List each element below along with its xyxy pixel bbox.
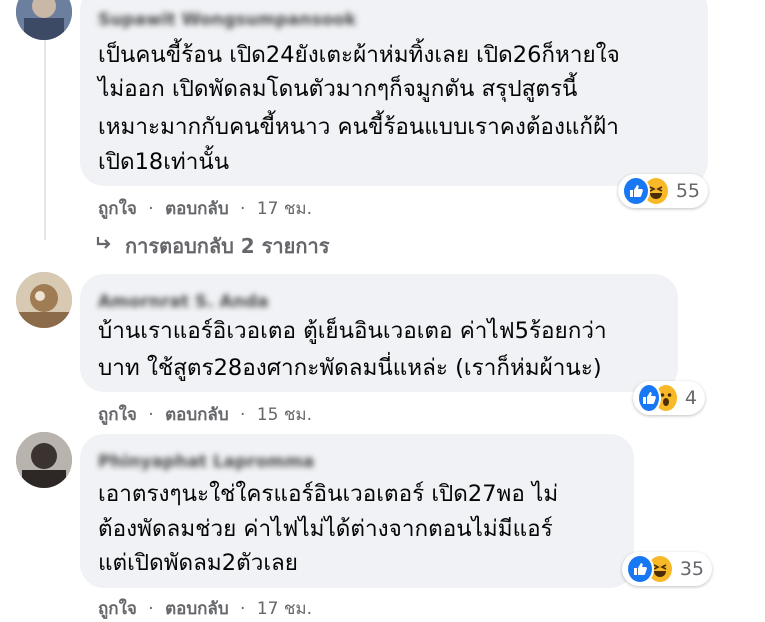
reaction-count: 35 xyxy=(679,558,704,580)
comment-text-line: บาท ใช้สูตร28องศากะพัดลมนี่แหล่ะ (เราก็ห… xyxy=(98,355,602,381)
reaction-summary[interactable]: 55 xyxy=(618,174,708,208)
thread-line xyxy=(44,40,46,240)
separator: · xyxy=(240,599,246,619)
reaction-count: 4 xyxy=(684,387,697,409)
like-icon xyxy=(622,176,650,206)
like-icon xyxy=(637,383,661,413)
comment-timestamp[interactable]: 17 ชม. xyxy=(257,599,312,619)
reply-button[interactable]: ตอบกลับ xyxy=(165,599,229,619)
comment-text-line: เปิด18เท่านั้น xyxy=(98,149,230,175)
comment-author[interactable]: Amornrat S. Anda xyxy=(98,292,268,312)
reply-button[interactable]: ตอบกลับ xyxy=(165,199,229,219)
comment-actions: ถูกใจ · ตอบกลับ · 17 ชม. xyxy=(98,595,312,622)
comment-text-line: แต่เปิดพัดลม2ตัวเลย xyxy=(98,550,298,576)
avatar[interactable] xyxy=(16,0,72,40)
reaction-summary[interactable]: 4 xyxy=(633,381,705,415)
comment-author[interactable]: Supawit Wongsumpansook xyxy=(98,10,356,30)
like-button[interactable]: ถูกใจ xyxy=(98,199,137,219)
reply-arrow-icon xyxy=(95,234,113,258)
like-button[interactable]: ถูกใจ xyxy=(98,405,137,425)
comment-author[interactable]: Phinyaphat Lapromma xyxy=(98,452,314,472)
separator: · xyxy=(148,405,154,425)
comment-text-line: ไม่ออก เปิดพัดลมโดนตัวมากๆก็จมูกตัน สรุป… xyxy=(98,76,578,102)
like-icon xyxy=(626,554,654,584)
like-button[interactable]: ถูกใจ xyxy=(98,599,137,619)
comment-text-line: เหมาะมากกับคนขี้หนาว คนขี้ร้อนแบบเราคงต้… xyxy=(98,114,619,140)
comment-text-line: บ้านเราแอร์อิเวอเตอ ตู้เย็นอินเวอเตอ ค่า… xyxy=(98,318,607,344)
separator: · xyxy=(148,599,154,619)
comment-timestamp[interactable]: 15 ชม. xyxy=(257,405,312,425)
avatar[interactable] xyxy=(16,272,72,328)
comment-text-line: เป็นคนขี้ร้อน เปิด24ยังเตะผ้าห่มทิ้งเลย … xyxy=(98,42,620,68)
reply-button[interactable]: ตอบกลับ xyxy=(165,405,229,425)
comment-actions: ถูกใจ · ตอบกลับ · 15 ชม. xyxy=(98,401,312,428)
comment-text-line: ต้องพัดลมช่วย ค่าไฟไม่ได้ต่างจากตอนไม่มี… xyxy=(98,516,553,542)
comment-text-line: เอาตรงๆนะใช่ใครแอร์อินเวอเตอร์ เปิด27พอ … xyxy=(98,481,559,507)
comment-timestamp[interactable]: 17 ชม. xyxy=(257,199,312,219)
avatar[interactable] xyxy=(16,432,72,488)
separator: · xyxy=(148,199,154,219)
view-replies-link[interactable]: การตอบกลับ 2 รายการ xyxy=(95,230,329,262)
separator: · xyxy=(240,199,246,219)
comment-actions: ถูกใจ · ตอบกลับ · 17 ชม. xyxy=(98,195,312,222)
reaction-count: 55 xyxy=(675,180,700,202)
separator: · xyxy=(240,405,246,425)
replies-label: การตอบกลับ 2 รายการ xyxy=(125,234,330,258)
reaction-summary[interactable]: 35 xyxy=(622,552,712,586)
